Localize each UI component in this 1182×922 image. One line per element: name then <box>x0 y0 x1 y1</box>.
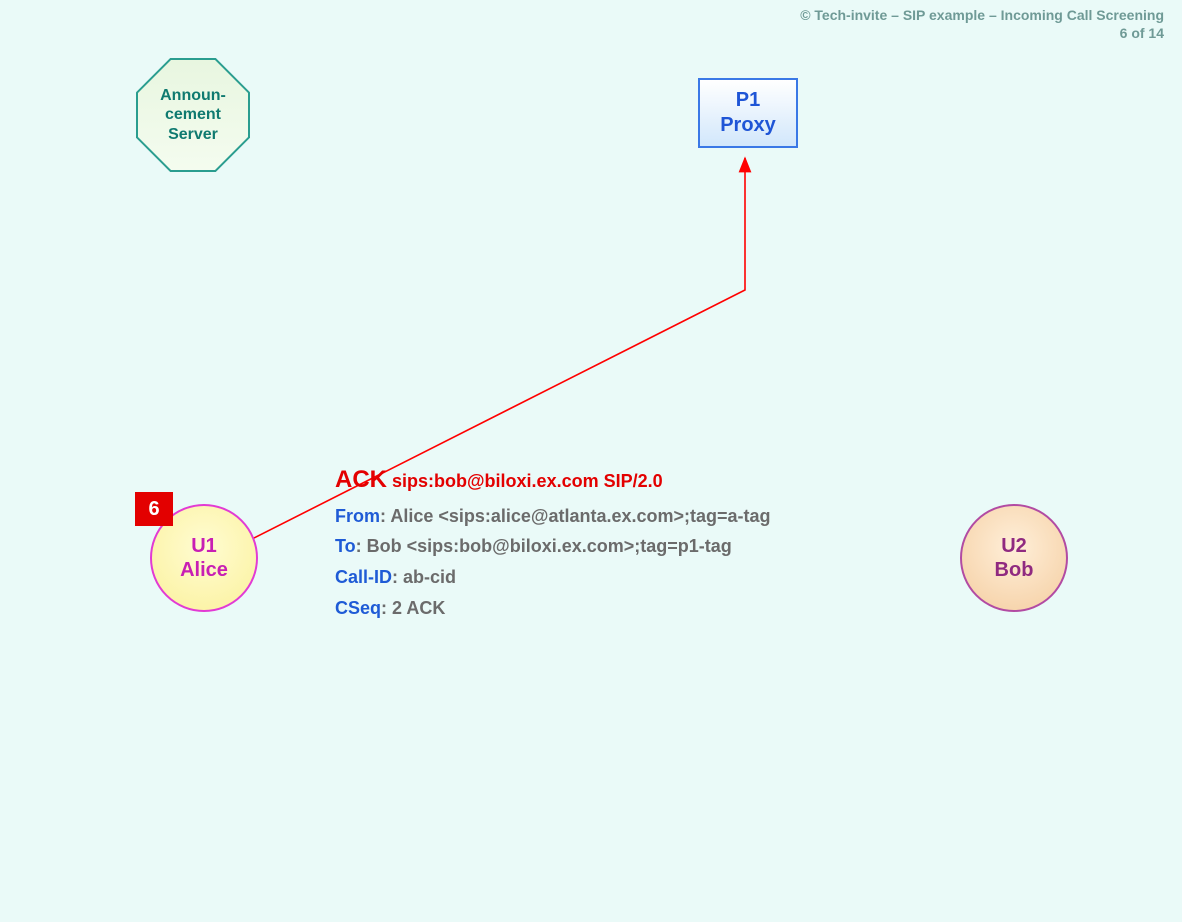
announcement-line2: cement <box>160 105 226 124</box>
step-number: 6 <box>148 498 159 521</box>
announcement-server-node: Announ- cement Server <box>138 60 248 170</box>
alice-line1: U1 <box>191 534 217 558</box>
hdr-value: : ab-cid <box>392 567 456 587</box>
u2-bob-node: U2 Bob <box>960 504 1068 612</box>
hdr-name: To <box>335 536 356 556</box>
bob-line2: Bob <box>995 558 1034 582</box>
header-page-count: 6 of 14 <box>800 24 1164 42</box>
sip-method: ACK <box>335 466 387 493</box>
hdr-name: CSeq <box>335 598 381 618</box>
alice-line2: Alice <box>180 558 228 582</box>
header-title: © Tech-invite – SIP example – Incoming C… <box>800 6 1164 24</box>
hdr-name: From <box>335 506 380 526</box>
sip-header-callid: Call-ID: ab-cid <box>335 562 771 593</box>
bob-line1: U2 <box>1001 534 1027 558</box>
diagram-canvas: © Tech-invite – SIP example – Incoming C… <box>0 0 1182 922</box>
sip-header-cseq: CSeq: 2 ACK <box>335 593 771 624</box>
step-number-badge: 6 <box>135 492 173 526</box>
p1-proxy-node: P1 Proxy <box>698 78 798 148</box>
sip-header-from: From: Alice <sips:alice@atlanta.ex.com>;… <box>335 501 771 532</box>
sip-header-to: To: Bob <sips:bob@biloxi.ex.com>;tag=p1-… <box>335 531 771 562</box>
hdr-name: Call-ID <box>335 567 392 587</box>
hdr-value: : 2 ACK <box>381 598 445 618</box>
sip-message-block: ACK sips:bob@biloxi.ex.com SIP/2.0 From:… <box>335 460 771 623</box>
announcement-line1: Announ- <box>160 86 226 105</box>
hdr-value: : Bob <sips:bob@biloxi.ex.com>;tag=p1-ta… <box>356 536 732 556</box>
page-header: © Tech-invite – SIP example – Incoming C… <box>800 6 1164 42</box>
announcement-line3: Server <box>160 125 226 144</box>
hdr-value: : Alice <sips:alice@atlanta.ex.com>;tag=… <box>380 506 771 526</box>
sip-request-rest: sips:bob@biloxi.ex.com SIP/2.0 <box>387 471 663 491</box>
sip-request-line: ACK sips:bob@biloxi.ex.com SIP/2.0 <box>335 460 771 501</box>
proxy-line1: P1 <box>736 88 760 113</box>
proxy-line2: Proxy <box>720 113 776 138</box>
